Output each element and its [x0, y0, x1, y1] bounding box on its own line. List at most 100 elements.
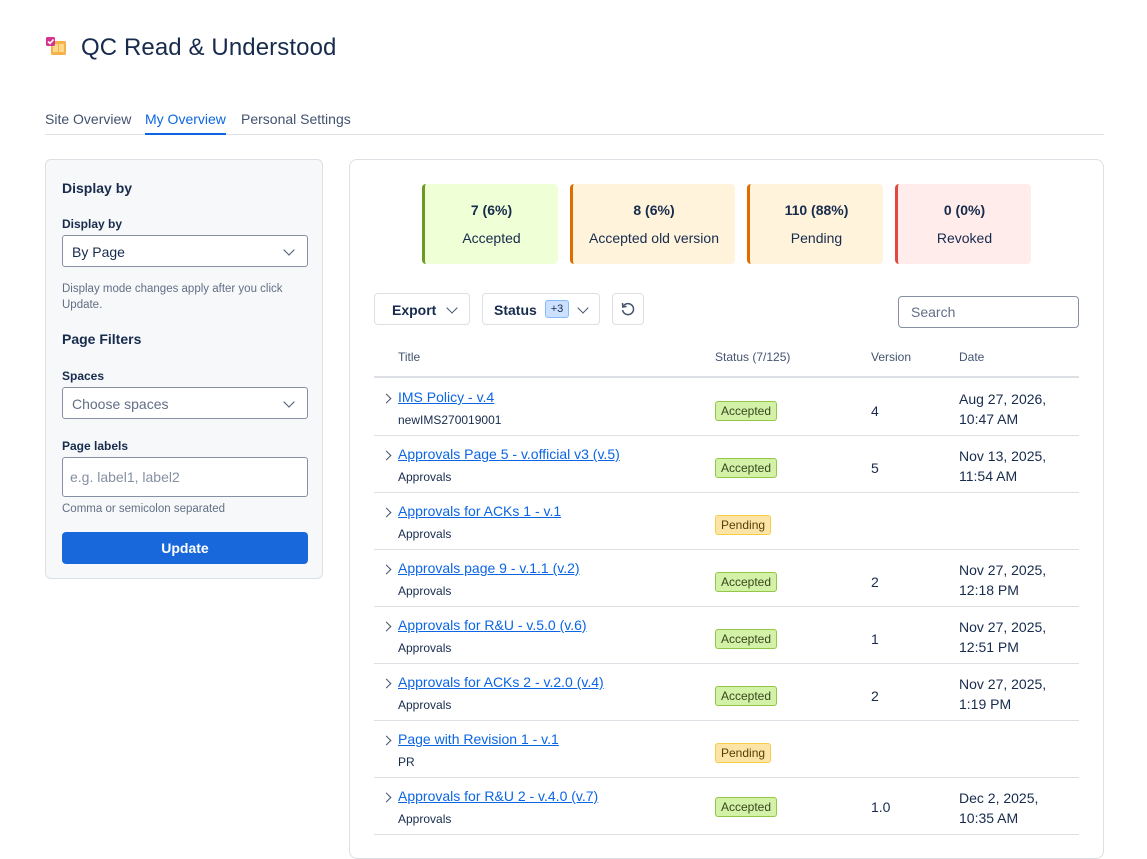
space-name: Approvals: [398, 698, 452, 712]
expand-chevron-icon[interactable]: [381, 621, 392, 632]
version-value: 1: [871, 631, 879, 647]
chevron-down-icon: [283, 244, 295, 256]
page-title-link[interactable]: Approvals for ACKs 2 - v.2.0 (v.4): [398, 674, 604, 690]
status-badge: Accepted: [715, 629, 778, 649]
table-row: Approvals for R&U 2 - v.4.0 (v.7) Approv…: [374, 777, 1079, 835]
page-title: QC Read & Understood: [81, 34, 337, 61]
page-title-link[interactable]: Page with Revision 1 - v.1: [398, 731, 559, 747]
version-value: 1.0: [871, 799, 891, 815]
stat-value: 110 (88%): [784, 202, 849, 218]
space-name: Approvals: [398, 812, 452, 826]
date-value: Dec 2, 2025, 10:35 AM: [959, 790, 1039, 826]
display-by-select[interactable]: By Page: [62, 235, 308, 267]
expand-chevron-icon[interactable]: [381, 393, 392, 404]
version-value: 2: [871, 688, 879, 704]
status-badge: Accepted: [715, 572, 778, 592]
display-by-label: Display by: [62, 217, 123, 231]
table-row: Approvals for ACKs 2 - v.2.0 (v.4) Appro…: [374, 663, 1079, 721]
space-name: Approvals: [398, 470, 452, 484]
status-badge: Accepted: [715, 797, 778, 817]
stat-label: Accepted old version: [589, 230, 719, 246]
table-row: Page with Revision 1 - v.1 PR Pending: [374, 720, 1079, 778]
status-filter-label: Status: [494, 302, 537, 318]
table-row: Approvals for R&U - v.5.0 (v.6) Approval…: [374, 606, 1079, 664]
stat-card-pending[interactable]: 110 (88%) Pending: [747, 184, 883, 264]
status-filter-button[interactable]: Status +3: [482, 293, 600, 325]
expand-chevron-icon[interactable]: [381, 735, 392, 746]
page-title-link[interactable]: Approvals page 9 - v.1.1 (v.2): [398, 560, 580, 576]
overview-panel: 7 (6%) Accepted 8 (6%) Accepted old vers…: [349, 159, 1104, 859]
tab-my-overview[interactable]: My Overview: [145, 111, 226, 135]
spaces-placeholder: Choose spaces: [72, 396, 169, 412]
table-row: Approvals Page 5 - v.official v3 (v.5) A…: [374, 435, 1079, 493]
space-name: Approvals: [398, 527, 452, 541]
date-value: Aug 27, 2026, 10:47 AM: [959, 391, 1047, 427]
status-badge: Pending: [715, 515, 772, 535]
spaces-label: Spaces: [62, 369, 105, 383]
chevron-down-icon: [283, 396, 295, 408]
status-badge: Accepted: [715, 458, 778, 478]
expand-chevron-icon[interactable]: [381, 507, 392, 518]
table-row: Approvals for ACKs 1 - v.1 Approvals Pen…: [374, 492, 1079, 550]
export-label: Export: [392, 302, 437, 318]
page-title-link[interactable]: Approvals Page 5 - v.official v3 (v.5): [398, 446, 620, 462]
filter-panel: Display by Display by By Page Display mo…: [45, 159, 323, 579]
tab-personal-settings[interactable]: Personal Settings: [241, 111, 351, 133]
expand-chevron-icon[interactable]: [381, 450, 392, 461]
search-input[interactable]: [898, 296, 1079, 328]
tab-site-overview[interactable]: Site Overview: [45, 111, 131, 133]
chevron-down-icon: [446, 302, 458, 314]
chevron-down-icon: [577, 302, 589, 314]
column-header-title[interactable]: Title: [398, 350, 420, 364]
refresh-icon: [620, 301, 636, 322]
stat-value: 8 (6%): [633, 202, 675, 218]
expand-chevron-icon[interactable]: [381, 564, 392, 575]
status-badge: Accepted: [715, 686, 778, 706]
display-by-value: By Page: [72, 244, 125, 260]
table-row: Approvals page 9 - v.1.1 (v.2) Approvals…: [374, 549, 1079, 607]
spaces-select[interactable]: Choose spaces: [62, 387, 308, 419]
table-row: IMS Policy - v.4 newIMS270019001 Accepte…: [374, 378, 1079, 436]
version-value: 4: [871, 403, 879, 419]
status-filter-count: +3: [545, 300, 569, 318]
page-labels-input[interactable]: [62, 457, 308, 497]
page-title-link[interactable]: Approvals for R&U 2 - v.4.0 (v.7): [398, 788, 598, 804]
refresh-button[interactable]: [612, 293, 644, 325]
page-title-link[interactable]: IMS Policy - v.4: [398, 389, 494, 405]
status-badge: Accepted: [715, 401, 778, 421]
page-title-link[interactable]: Approvals for ACKs 1 - v.1: [398, 503, 561, 519]
update-button[interactable]: Update: [62, 532, 308, 564]
date-value: Nov 27, 2025, 1:19 PM: [959, 676, 1047, 712]
column-header-date[interactable]: Date: [959, 350, 984, 364]
stat-label: Accepted: [462, 230, 521, 246]
space-name: newIMS270019001: [398, 413, 502, 427]
date-value: Nov 27, 2025, 12:51 PM: [959, 619, 1047, 655]
display-by-heading: Display by: [62, 180, 133, 196]
page-labels-help: Comma or semicolon separated: [62, 503, 225, 515]
version-value: 2: [871, 574, 879, 590]
book-check-icon: [45, 36, 69, 60]
column-header-version[interactable]: Version: [871, 350, 911, 364]
page-header: QC Read & Understood: [45, 34, 336, 62]
version-value: 5: [871, 460, 879, 476]
stat-card-revoked[interactable]: 0 (0%) Revoked: [895, 184, 1031, 264]
stat-label: Pending: [790, 230, 843, 246]
export-button[interactable]: Export: [374, 293, 470, 325]
expand-chevron-icon[interactable]: [381, 678, 392, 689]
stat-card-accepted[interactable]: 7 (6%) Accepted: [422, 184, 558, 264]
date-value: Nov 27, 2025, 12:18 PM: [959, 562, 1047, 598]
space-name: Approvals: [398, 584, 452, 598]
page-filters-heading: Page Filters: [62, 331, 142, 347]
stat-value: 7 (6%): [470, 202, 513, 218]
page-title-link[interactable]: Approvals for R&U - v.5.0 (v.6): [398, 617, 587, 633]
date-value: Nov 13, 2025, 11:54 AM: [959, 448, 1047, 484]
status-badge: Pending: [715, 743, 772, 763]
page-labels-label: Page labels: [62, 439, 129, 453]
stat-card-accepted-old-version[interactable]: 8 (6%) Accepted old version: [570, 184, 735, 264]
space-name: Approvals: [398, 641, 452, 655]
column-header-status[interactable]: Status (7/125): [715, 350, 790, 364]
stat-value: 0 (0%): [943, 202, 986, 218]
tab-bar: Site Overview My Overview Personal Setti…: [45, 108, 1104, 135]
space-name: PR: [398, 755, 415, 769]
expand-chevron-icon[interactable]: [381, 792, 392, 803]
